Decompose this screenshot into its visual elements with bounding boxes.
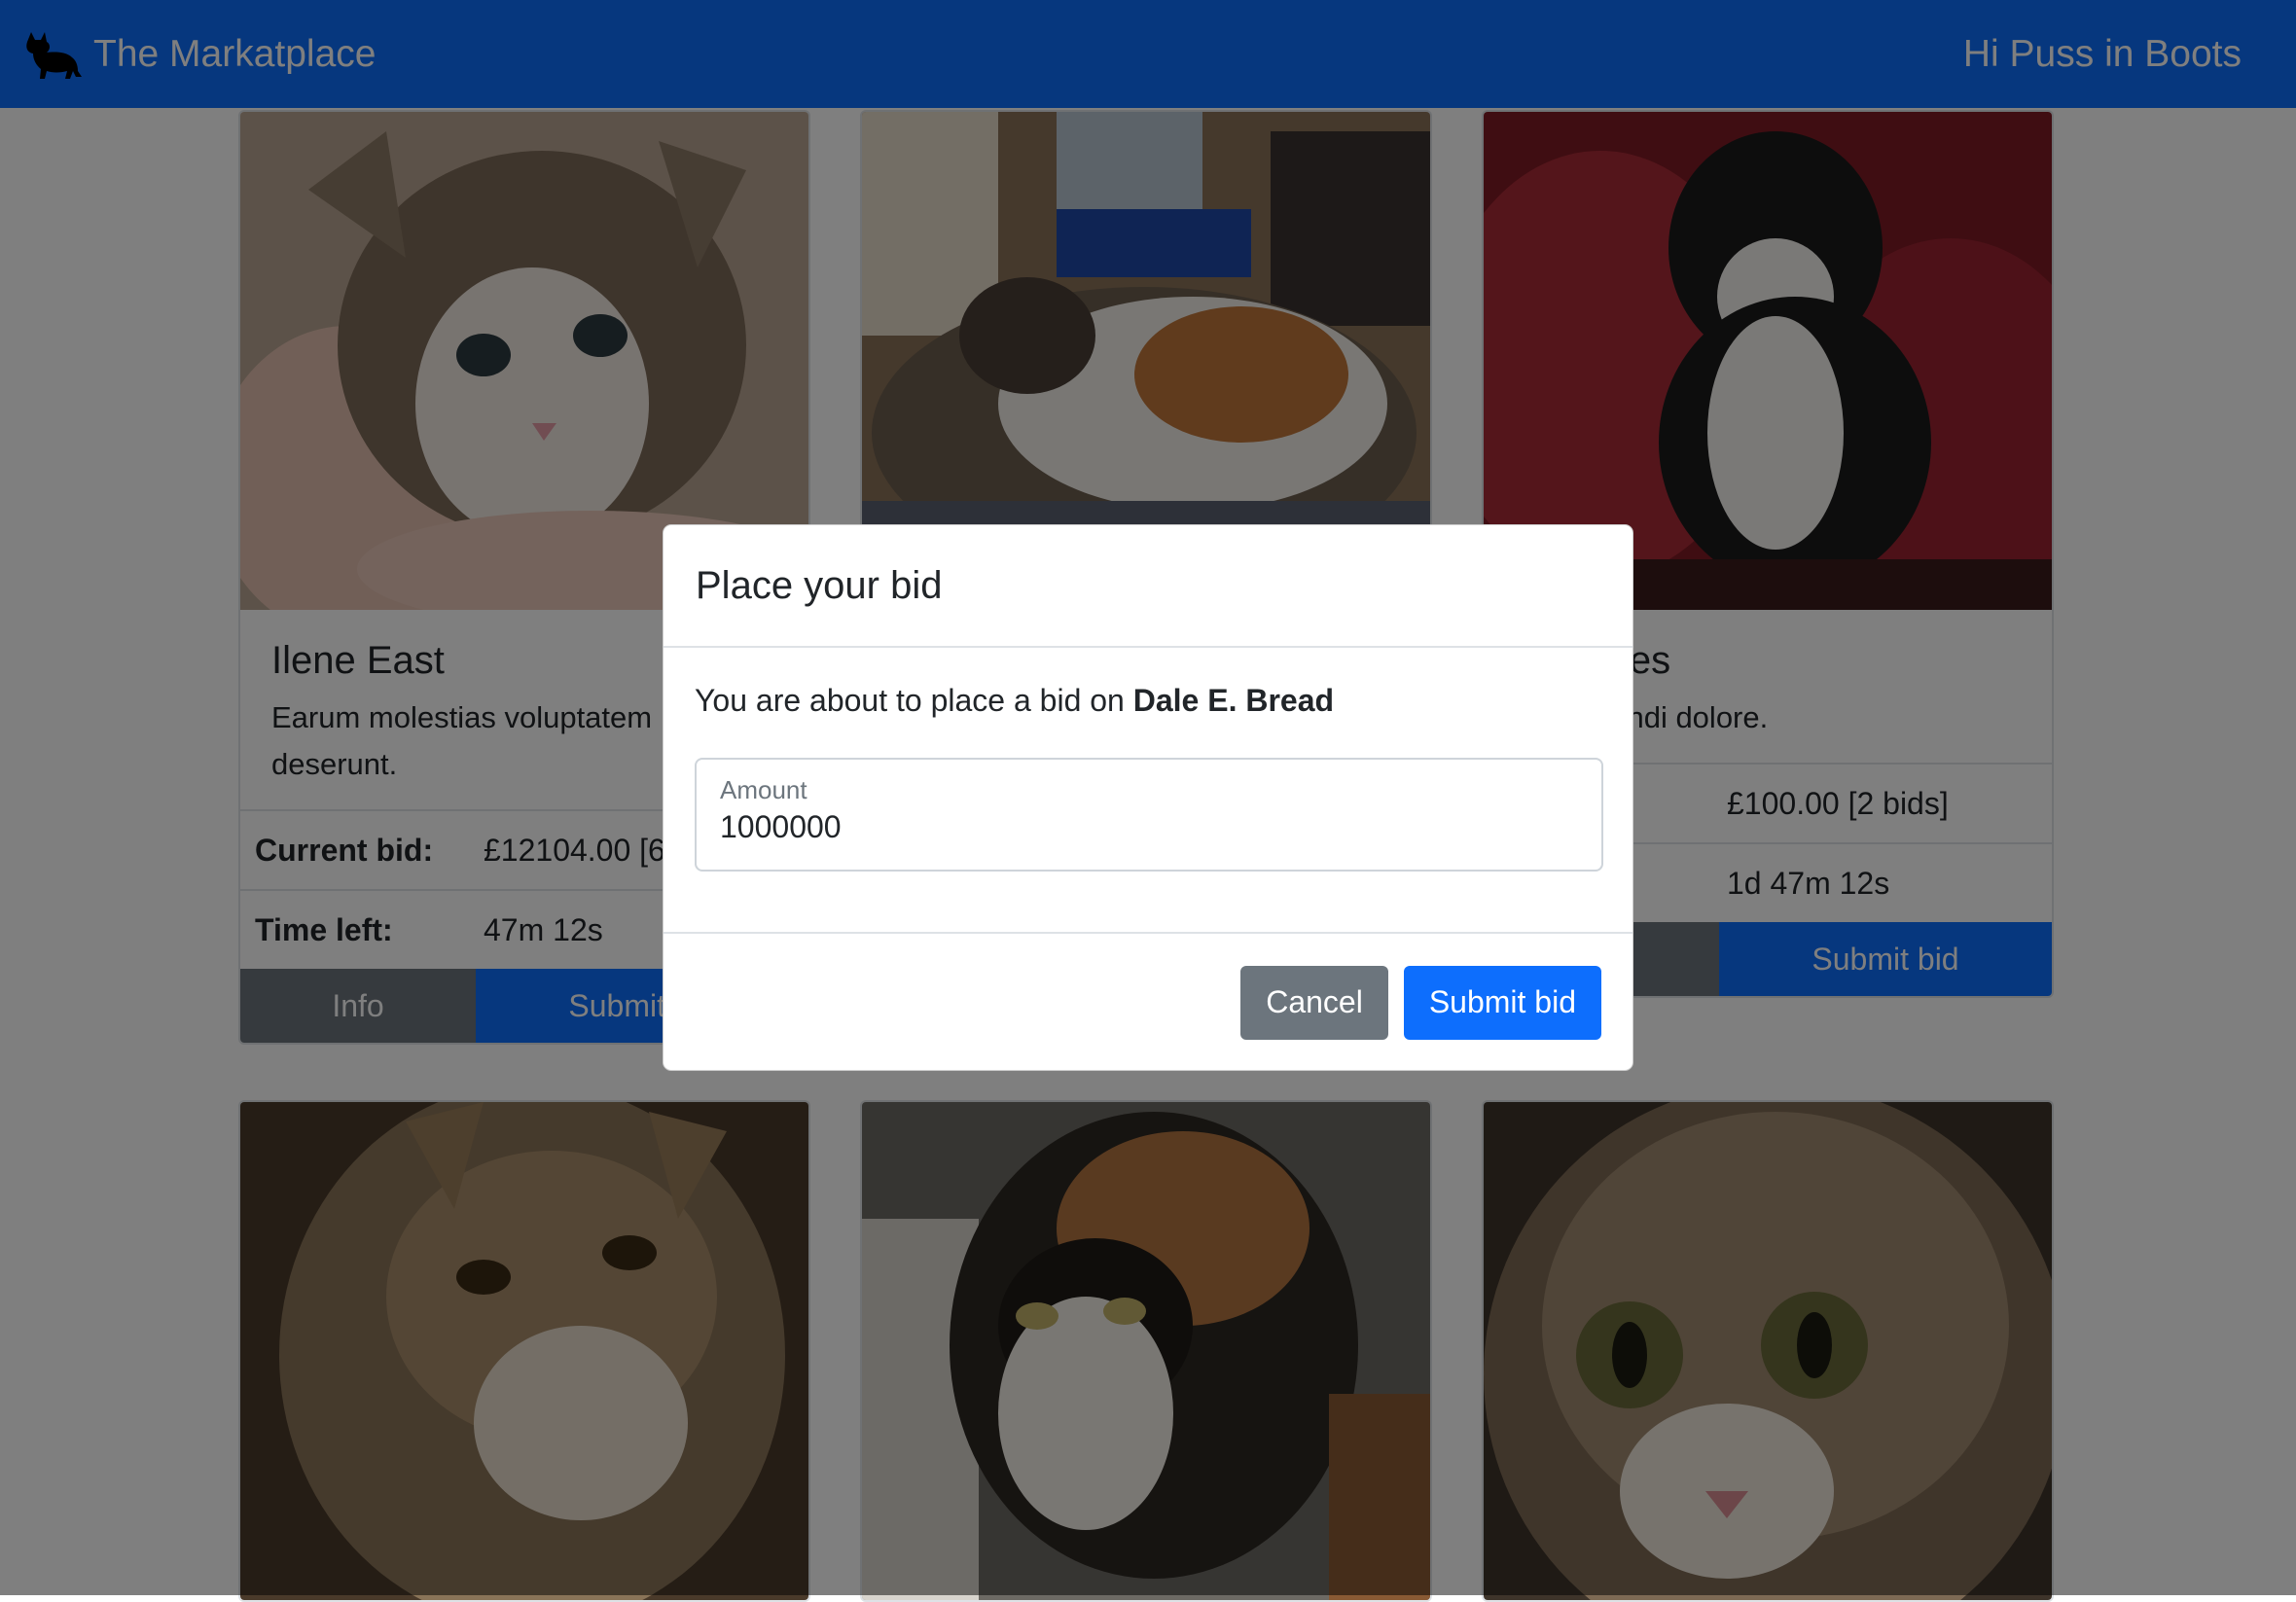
submit-bid-button[interactable]: Submit bid bbox=[1403, 965, 1601, 1040]
modal-footer: Cancel Submit bid bbox=[664, 932, 1632, 1070]
bid-item-name: Dale E. Bread bbox=[1132, 683, 1335, 718]
bid-confirmation-text: You are about to place a bid on Dale E. … bbox=[695, 683, 1601, 719]
amount-input[interactable] bbox=[720, 809, 1578, 845]
bid-modal: Place your bid You are about to place a … bbox=[663, 524, 1633, 1071]
amount-label: Amount bbox=[720, 775, 807, 804]
modal-body: You are about to place a bid on Dale E. … bbox=[664, 648, 1632, 932]
cancel-button[interactable]: Cancel bbox=[1240, 965, 1388, 1040]
modal-title: Place your bid bbox=[696, 563, 943, 607]
bid-text-prefix: You are about to place a bid on bbox=[695, 683, 1125, 718]
modal-header: Place your bid bbox=[664, 525, 1632, 648]
amount-field[interactable]: Amount bbox=[695, 758, 1603, 872]
